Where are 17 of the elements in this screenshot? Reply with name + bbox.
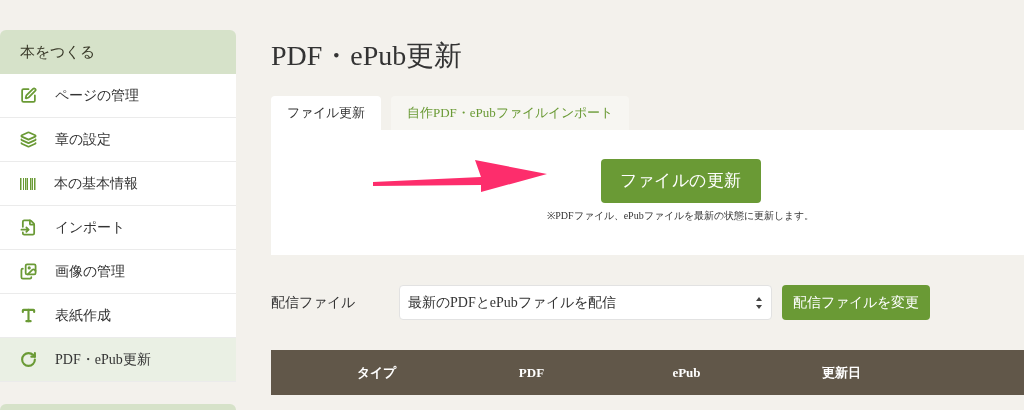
column-header: 更新日 (822, 363, 861, 382)
distribution-select[interactable]: 最新のPDFとePubファイルを配信 (399, 285, 772, 320)
column-header: PDF (518, 363, 545, 382)
column-header: ePub (672, 363, 701, 382)
tab[interactable]: ファイル更新 (271, 96, 381, 130)
sidebar-item[interactable]: 章の設定 (0, 118, 236, 162)
sidebar-item[interactable]: 本の基本情報 (0, 162, 236, 206)
sidebar-item[interactable]: ページの管理 (0, 74, 236, 118)
distribution-label: 配信ファイル (271, 294, 356, 312)
sidebar-item[interactable]: インポート (0, 206, 236, 250)
update-note: ※PDFファイル、ePubファイルを最新の状態に更新します。 (547, 209, 814, 223)
column-header: タイプ (357, 363, 396, 382)
sidebar-item[interactable]: 画像の管理 (0, 250, 236, 294)
sidebar-item[interactable]: PDF・ePub更新 (0, 338, 236, 382)
page-title: PDF・ePub更新 (271, 39, 464, 73)
sidebar-header: 本をつくる (0, 30, 236, 74)
sidebar-item[interactable]: 表紙作成 (0, 294, 236, 338)
